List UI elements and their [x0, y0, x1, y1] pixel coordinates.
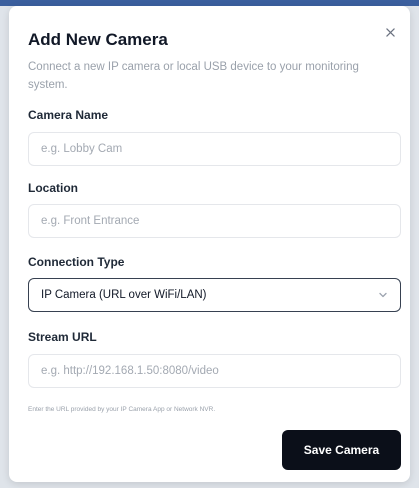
add-camera-dialog: Add New Camera Connect a new IP camera o… [9, 6, 410, 482]
location-field[interactable] [28, 204, 401, 238]
dialog-title: Add New Camera [28, 30, 168, 49]
chevron-down-icon [379, 292, 387, 298]
location-label: Location [28, 181, 78, 195]
stream-url-helper-text: Enter the URL provided by your IP Camera… [28, 406, 216, 413]
dialog-subtitle: Connect a new IP camera or local USB dev… [28, 61, 359, 91]
connection-type-value: IP Camera (URL over WiFi/LAN) [41, 289, 207, 301]
location-input[interactable] [41, 215, 388, 227]
stream-url-field[interactable] [28, 354, 401, 388]
camera-name-label: Camera Name [28, 108, 109, 122]
camera-name-input[interactable] [41, 143, 388, 155]
connection-type-label: Connection Type [28, 255, 125, 269]
connection-type-select[interactable]: IP Camera (URL over WiFi/LAN) [28, 278, 401, 312]
save-camera-button[interactable]: Save Camera [282, 430, 401, 470]
close-icon [385, 27, 395, 37]
stream-url-label: Stream URL [28, 330, 97, 344]
stream-url-input[interactable] [41, 365, 388, 377]
camera-name-field[interactable] [28, 132, 401, 166]
close-button[interactable] [382, 24, 398, 40]
